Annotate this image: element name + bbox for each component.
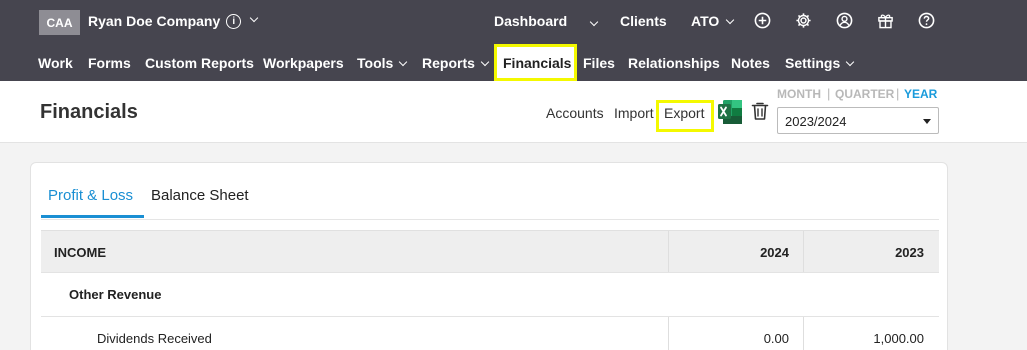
income-table: INCOME 2024 2023 Other Revenue Dividends… [41, 230, 939, 350]
company-selector[interactable]: Ryan Doe Company i [88, 13, 259, 29]
nav-item-files[interactable]: Files [583, 55, 615, 71]
chevron-down-icon [726, 15, 735, 25]
company-logo[interactable]: CAA [39, 10, 80, 35]
financials-card: Profit & Loss Balance Sheet INCOME 2024 … [30, 162, 948, 350]
page-title: Financials [40, 101, 138, 123]
row-value-2023: 1,000.00 [873, 331, 924, 346]
help-icon[interactable] [918, 12, 935, 29]
nav-item-tools[interactable]: Tools [357, 55, 408, 71]
nav-item-work[interactable]: Work [38, 55, 73, 71]
table-header-row: INCOME 2024 2023 [41, 230, 939, 273]
gear-icon[interactable] [795, 12, 812, 29]
column-divider [803, 231, 804, 272]
fiscal-year-select[interactable]: 2023/2024 [777, 107, 939, 134]
fiscal-year-value: 2023/2024 [785, 114, 847, 129]
section-label: Other Revenue [69, 287, 162, 302]
ato-label: ATO [691, 13, 720, 29]
add-circle-icon[interactable] [754, 12, 771, 29]
tab-balance-sheet[interactable]: Balance Sheet [151, 187, 249, 204]
nav-item-workpapers[interactable]: Workpapers [263, 55, 344, 71]
column-divider [668, 231, 669, 272]
chevron-down-icon[interactable] [250, 13, 259, 23]
table-section-row: Other Revenue [41, 273, 939, 317]
chevron-down-icon[interactable] [589, 17, 599, 27]
period-quarter[interactable]: QUARTER [835, 87, 894, 101]
column-divider [803, 317, 804, 350]
company-name: Ryan Doe Company [88, 13, 221, 29]
nav-item-tools-label: Tools [357, 55, 394, 71]
column-2024-header: 2024 [760, 245, 789, 260]
ato-menu[interactable]: ATO [691, 13, 735, 29]
caret-down-icon [923, 119, 931, 124]
column-divider [668, 317, 669, 350]
table-row[interactable]: Dividends Received 0.00 1,000.00 [41, 317, 939, 350]
tab-profit-loss[interactable]: Profit & Loss [48, 187, 133, 204]
nav-item-settings-label: Settings [785, 55, 841, 71]
excel-icon[interactable] [717, 99, 743, 125]
trash-icon[interactable] [751, 101, 769, 121]
nav-item-settings[interactable]: Settings [785, 55, 855, 71]
chevron-down-icon [480, 57, 490, 67]
info-icon[interactable]: i [226, 13, 242, 29]
nav-item-notes[interactable]: Notes [731, 55, 770, 71]
column-2023-header: 2023 [895, 245, 924, 260]
nav-item-financials[interactable]: Financials [503, 55, 571, 71]
export-highlight [656, 100, 714, 132]
gift-icon[interactable] [877, 12, 894, 29]
period-month[interactable]: MONTH [777, 87, 821, 101]
chevron-down-icon [399, 57, 408, 67]
accounts-link[interactable]: Accounts [546, 105, 604, 121]
period-separator: | [827, 86, 831, 101]
period-year[interactable]: YEAR [904, 87, 937, 101]
nav-item-relationships[interactable]: Relationships [628, 55, 720, 71]
nav-item-reports-label: Reports [422, 55, 475, 71]
row-value-2024: 0.00 [763, 331, 789, 346]
income-heading: INCOME [54, 245, 106, 260]
main-nav: Work Forms Custom Reports Workpapers Too… [0, 45, 1027, 81]
dashboard-link[interactable]: Dashboard [494, 13, 567, 29]
clients-link[interactable]: Clients [620, 13, 667, 29]
chevron-down-icon [845, 57, 855, 67]
active-tab-indicator [41, 215, 144, 218]
row-label: Dividends Received [97, 331, 212, 346]
period-separator: | [896, 86, 900, 101]
user-profile-icon[interactable] [836, 12, 853, 29]
tab-divider [41, 219, 939, 220]
nav-item-forms[interactable]: Forms [88, 55, 131, 71]
nav-item-reports[interactable]: Reports [422, 55, 490, 71]
import-link[interactable]: Import [614, 105, 654, 121]
nav-item-custom-reports[interactable]: Custom Reports [145, 55, 254, 71]
